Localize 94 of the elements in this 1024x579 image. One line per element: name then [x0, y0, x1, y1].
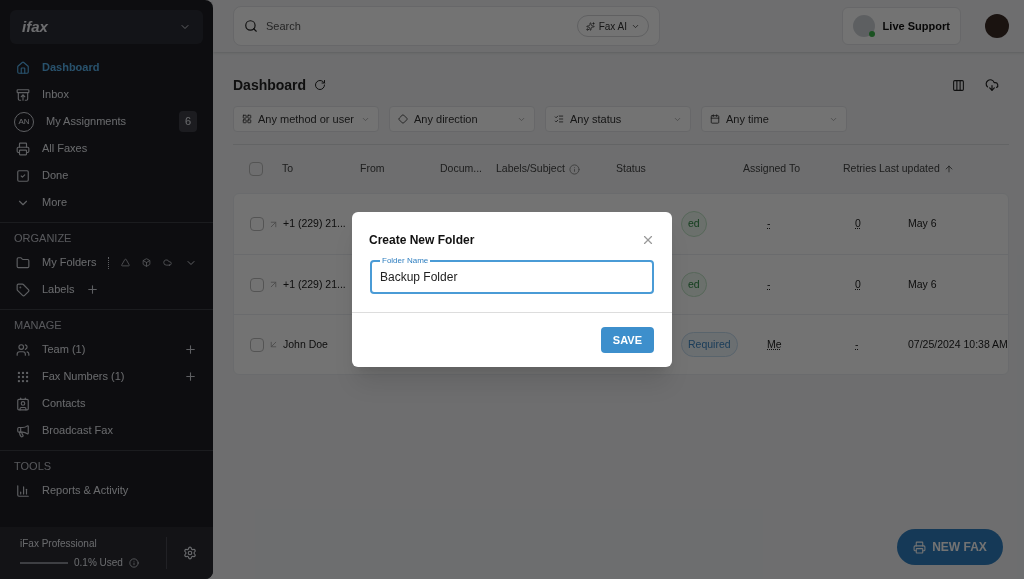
usage-text: 0.1% Used [74, 556, 123, 570]
outgoing-arrow-icon [268, 279, 279, 290]
nav-item[interactable]: Broadcast Fax [42, 422, 113, 439]
live-support-button[interactable]: Live Support [841, 7, 961, 45]
search-field[interactable]: Search Fax AI [233, 6, 660, 46]
column-header[interactable]: From [360, 161, 385, 177]
table-cell: John Doe [283, 337, 328, 350]
table-cell: - [767, 277, 771, 290]
count-badge: 6 [178, 111, 197, 132]
table-cell: May 6 [908, 216, 937, 232]
checkbox-icon [16, 168, 30, 183]
table-cell: 0 [855, 277, 861, 290]
printer-icon [913, 540, 927, 554]
sparkle-icon [585, 21, 595, 31]
refresh-icon[interactable] [314, 79, 327, 91]
calendar-icon [710, 114, 720, 124]
column-header[interactable]: Docum... [440, 161, 482, 177]
nav-item[interactable]: Fax Numbers (1) [42, 368, 125, 385]
section-heading: TOOLS [14, 458, 52, 474]
section-heading: MANAGE [14, 317, 62, 333]
column-header[interactable]: Last updated [879, 161, 940, 177]
table-cell: - [855, 337, 859, 350]
checkbox[interactable] [250, 277, 264, 292]
box-icon[interactable] [142, 258, 152, 267]
status-badge: ed [681, 211, 707, 237]
user-avatar[interactable] [984, 14, 1009, 38]
dialog-title: Create New Folder [369, 231, 475, 249]
nav-item[interactable]: Reports & Activity [42, 482, 129, 499]
home-icon [16, 60, 30, 75]
nav-item[interactable]: More [42, 194, 68, 211]
nav-item[interactable]: My Folders [42, 254, 97, 271]
column-header[interactable]: Labels/Subject [496, 161, 565, 177]
checkbox[interactable] [250, 337, 264, 352]
new-fax-button[interactable]: NEW FAX [897, 529, 1003, 565]
table-cell-text: May 6 [908, 276, 937, 292]
columns-icon[interactable] [951, 78, 965, 92]
folder-name-input[interactable]: Backup Folder [380, 268, 644, 286]
nav-item[interactable]: My Assignments [46, 113, 127, 130]
status-badge: Required [681, 331, 738, 358]
filter-dropdown[interactable]: Any direction [389, 106, 535, 132]
info-icon[interactable] [568, 163, 580, 175]
nav-item[interactable]: Done [42, 167, 69, 184]
dialpad-icon [16, 369, 30, 384]
filter-dropdown[interactable]: Any method or user [233, 106, 379, 132]
nav-item[interactable]: Dashboard [42, 59, 100, 76]
table-cell: +1 (229) 21... [283, 277, 346, 290]
column-header[interactable]: Retries [843, 161, 877, 177]
plan-name: iFax Professional [20, 537, 97, 551]
filter-dropdown[interactable]: Any time [701, 106, 847, 132]
incoming-arrow-icon [268, 339, 279, 350]
status-badge: ed [681, 271, 707, 298]
tag-icon [16, 282, 30, 297]
nav-item[interactable]: Inbox [42, 86, 69, 103]
column-header[interactable]: Status [616, 161, 646, 177]
inbox-icon [16, 87, 30, 102]
megaphone-icon [16, 423, 30, 438]
settings-icon[interactable] [183, 546, 197, 560]
table-cell: - [767, 217, 771, 230]
table-cell-text: 07/25/2024 10:38 AM [908, 336, 1008, 352]
logo: ifax [22, 16, 48, 37]
table-cell: +1 (229) 21... [283, 217, 346, 230]
diamond-icon [398, 114, 408, 124]
section-heading: ORGANIZE [14, 230, 72, 246]
contact-icon [16, 396, 30, 411]
printer-icon [16, 141, 30, 156]
add-icon[interactable] [184, 370, 197, 383]
users-icon [16, 342, 30, 357]
checkbox[interactable] [250, 217, 264, 231]
add-icon[interactable] [86, 283, 100, 296]
column-header[interactable]: To [282, 161, 294, 177]
search-input[interactable]: Search [266, 17, 569, 35]
download-icon[interactable] [984, 78, 999, 92]
sort-icon[interactable] [943, 164, 954, 174]
grid-icon [242, 114, 252, 124]
save-button[interactable]: SAVE [600, 327, 654, 353]
nav-item[interactable]: Team (1) [42, 341, 86, 358]
nav-item[interactable]: All Faxes [42, 140, 88, 157]
add-icon[interactable] [184, 343, 197, 356]
table-cell: 0 [855, 217, 861, 230]
folder-icon [16, 255, 30, 270]
nav-item[interactable]: Labels [42, 281, 75, 298]
cloud-icon[interactable] [163, 258, 173, 267]
triangle-icon[interactable] [121, 258, 131, 267]
list-icon [554, 114, 564, 124]
page-title: Dashboard [233, 75, 307, 95]
search-icon [244, 19, 258, 33]
account-switcher[interactable]: ifax [10, 10, 203, 44]
column-header[interactable]: Assigned To [743, 161, 800, 177]
filter-dropdown[interactable]: Any status [545, 106, 691, 132]
table-cell: Me [767, 337, 782, 350]
checkbox[interactable] [249, 162, 263, 176]
avatar-icon [852, 15, 875, 37]
nav-item[interactable]: Contacts [42, 395, 86, 412]
chart-icon [16, 483, 30, 498]
